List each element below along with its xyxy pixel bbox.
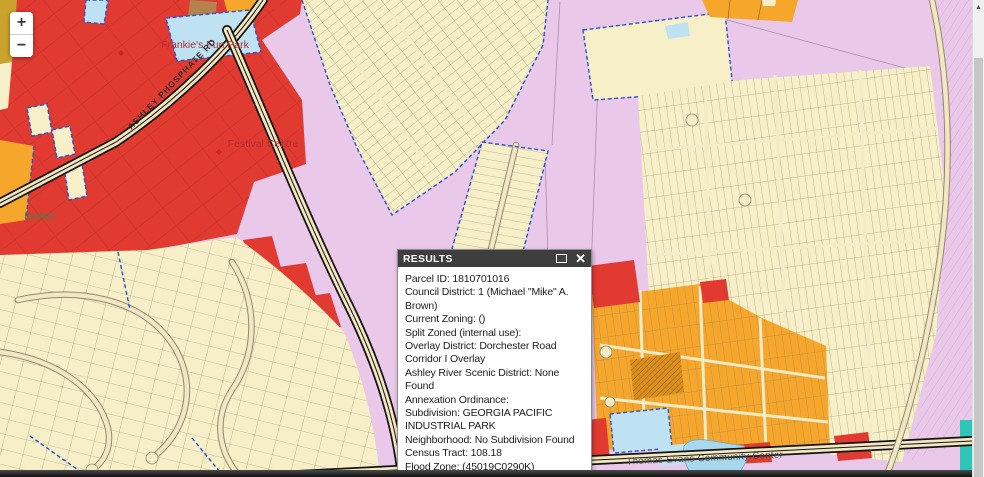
map-label-festival-centre: Festival Centre [228,138,299,150]
field-ashley-river-scenic: Ashley River Scenic DistrictNone Found [405,367,585,394]
field-census-tract: Census Tract108.18 [405,447,585,460]
vertical-scrollbar[interactable]: ▲ [972,0,984,477]
field-annexation-ordinance: Annexation Ordinance [405,394,585,407]
zoom-in-button[interactable]: + [10,12,33,35]
bottom-window-edge [0,470,972,477]
field-overlay-district: Overlay DistrictDorchester Road Corridor… [405,340,585,367]
results-panel-body: Parcel ID1810701016 Council District1 (M… [398,267,591,477]
field-split-zoned: Split Zoned (internal use) [405,327,585,340]
results-panel-title: RESULTS [403,253,556,265]
field-current-zoning: Current Zoning() [405,313,585,326]
up-arrow-icon: ▲ [975,4,982,11]
map-label-ballfield: Ballfield [24,211,56,221]
results-panel: RESULTS ✕ Parcel ID1810701016 Council Di… [397,249,592,477]
scrollbar-thumb[interactable] [974,58,983,477]
maximize-icon[interactable] [556,254,567,263]
field-council-district: Council District1 (Michael "Mike" A. Bro… [405,286,585,313]
field-subdivision: SubdivisionGEORGIA PACIFIC INDUSTRIAL PA… [405,407,585,434]
close-icon[interactable]: ✕ [575,252,586,265]
results-panel-header[interactable]: RESULTS ✕ [398,250,591,267]
zoom-out-button[interactable]: − [10,35,33,57]
field-neighborhood: NeighborhoodNo Subdivision Found [405,434,585,447]
map-zoom-control: + − [10,12,33,57]
app-window: Frankie's Fun Park Festival Centre Ballf… [0,0,984,477]
field-parcel-id: Parcel ID1810701016 [405,273,585,286]
scroll-up-button[interactable]: ▲ [973,0,984,14]
